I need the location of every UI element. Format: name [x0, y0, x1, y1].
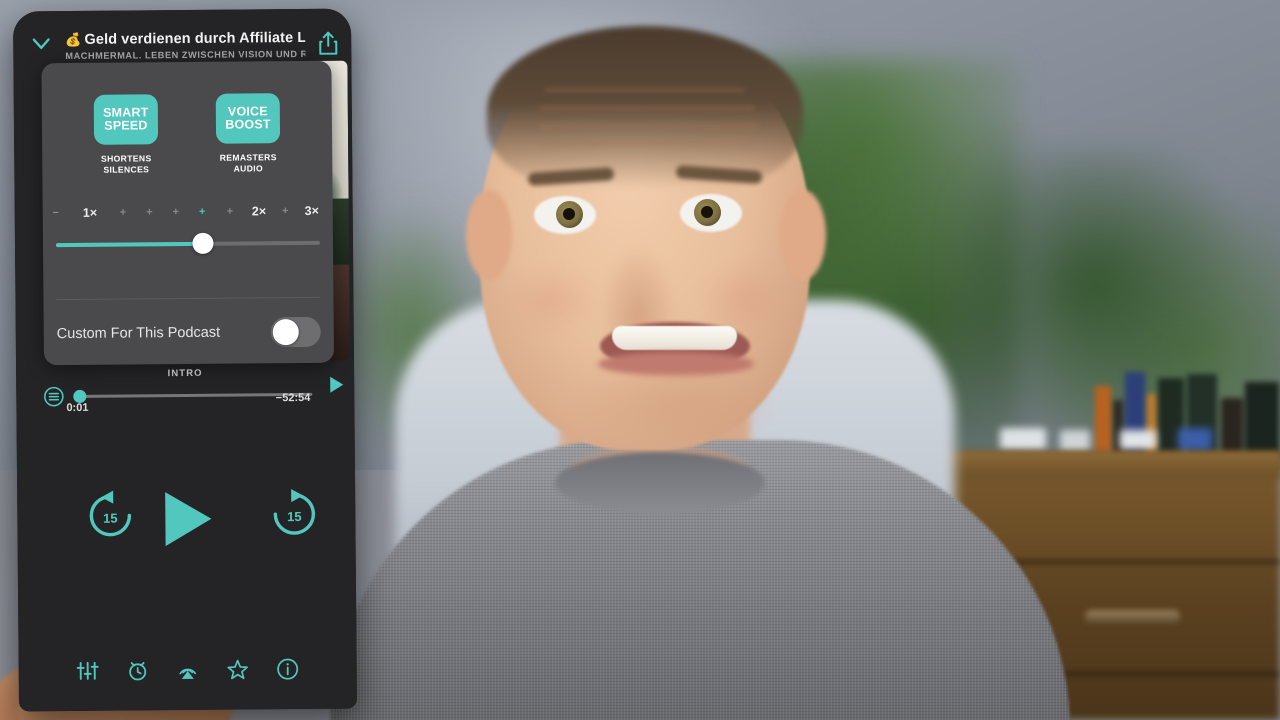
- speed-mark-2[interactable]: +: [120, 205, 127, 221]
- chin: [575, 372, 775, 452]
- dresser-handle: [1085, 610, 1180, 623]
- play-icon[interactable]: [155, 488, 218, 551]
- speed-mark-0[interactable]: −: [52, 205, 59, 221]
- speed-mark-7[interactable]: 2×: [252, 203, 266, 219]
- dresser-top: [940, 452, 1280, 478]
- effects-buttons: SMART SPEED SHORTENS SILENCES VOICE BOOS…: [41, 61, 332, 177]
- chapter-label: INTRO: [167, 367, 203, 380]
- title-block: 💰Geld verdienen durch Affiliate Links u……: [65, 29, 305, 61]
- slider-fill: [55, 241, 203, 247]
- speed-mark-6[interactable]: +: [227, 204, 234, 220]
- voice-boost-caption-line1: REMASTERS: [219, 152, 277, 163]
- smart-speed-caption-line2: SILENCES: [103, 164, 150, 175]
- speed-mark-5[interactable]: +: [199, 204, 206, 220]
- speed-mark-1[interactable]: 1×: [83, 205, 97, 221]
- overcast-player-screen: 💰Geld verdienen durch Affiliate Links u……: [12, 8, 358, 712]
- airplay-icon[interactable]: [175, 657, 201, 683]
- sleep-timer-icon[interactable]: [125, 657, 151, 683]
- voice-boost-line2: BOOST: [225, 117, 271, 132]
- episode-title: 💰Geld verdienen durch Affiliate Links u…: [65, 29, 305, 49]
- skip-forward-label: 15: [287, 508, 302, 524]
- voice-boost-caption-line2: AUDIO: [233, 163, 264, 174]
- speed-mark-3[interactable]: +: [146, 204, 153, 220]
- custom-for-podcast-row[interactable]: Custom For This Podcast: [57, 311, 321, 355]
- skip-forward-15-icon[interactable]: 15: [267, 487, 321, 541]
- star-icon[interactable]: [225, 656, 251, 682]
- voice-boost-button[interactable]: VOICE BOOST: [215, 93, 281, 144]
- smart-speed-line2: SPEED: [104, 118, 148, 133]
- smart-speed-block: SMART SPEED SHORTENS SILENCES: [93, 94, 159, 176]
- ear-left: [466, 190, 512, 280]
- info-icon[interactable]: [275, 656, 301, 682]
- speed-mark-8[interactable]: +: [282, 203, 289, 219]
- phone: 💰Geld verdienen durch Affiliate Links u……: [12, 8, 358, 712]
- money-bag-emoji: 💰: [65, 31, 82, 48]
- teeth: [612, 326, 737, 350]
- effects-icon[interactable]: [75, 658, 101, 684]
- custom-for-podcast-label: Custom For This Podcast: [56, 324, 221, 343]
- slider-knob[interactable]: [191, 232, 214, 254]
- panel-divider: [56, 296, 321, 301]
- voice-boost-caption: REMASTERS AUDIO: [216, 152, 280, 175]
- ear-right: [780, 190, 826, 280]
- chevron-down-icon[interactable]: [30, 32, 52, 54]
- speed-mark-4[interactable]: +: [173, 204, 180, 220]
- toggle-knob: [272, 319, 299, 346]
- custom-for-podcast-toggle[interactable]: [270, 316, 321, 348]
- remaining-time: −52:54: [275, 391, 311, 405]
- episode-title-text: Geld verdienen durch Affiliate Links u…: [84, 29, 306, 48]
- share-icon[interactable]: [317, 31, 339, 57]
- screenshot-stage: 💰Geld verdienen durch Affiliate Links u……: [0, 0, 1280, 720]
- player-top-bar: 💰Geld verdienen durch Affiliate Links u……: [13, 9, 351, 61]
- voice-boost-block: VOICE BOOST REMASTERS AUDIO: [215, 93, 281, 175]
- elapsed-time: 0:01: [66, 401, 89, 415]
- speed-scale: − 1× + + + + +2× +3×: [52, 203, 320, 229]
- transport-controls: 15 15: [17, 487, 356, 566]
- skip-back-label: 15: [103, 510, 118, 526]
- skip-back-15-icon[interactable]: 15: [83, 488, 137, 542]
- bottom-toolbar: [19, 647, 357, 694]
- chapter-list-icon[interactable]: [43, 386, 64, 407]
- speed-mark-9[interactable]: 3×: [305, 203, 319, 219]
- smart-speed-button[interactable]: SMART SPEED: [93, 94, 159, 145]
- smart-speed-caption: SHORTENS SILENCES: [94, 153, 158, 176]
- speed-effects-panel: SMART SPEED SHORTENS SILENCES VOICE BOOS…: [41, 60, 335, 366]
- collar: [555, 452, 765, 514]
- speed-slider[interactable]: [55, 232, 320, 255]
- podcast-title: MACHMERMAL. LEBEN ZWISCHEN VISION UND RE…: [65, 48, 306, 62]
- smart-speed-caption-line1: SHORTENS: [100, 153, 152, 164]
- next-chapter-icon[interactable]: [326, 375, 346, 395]
